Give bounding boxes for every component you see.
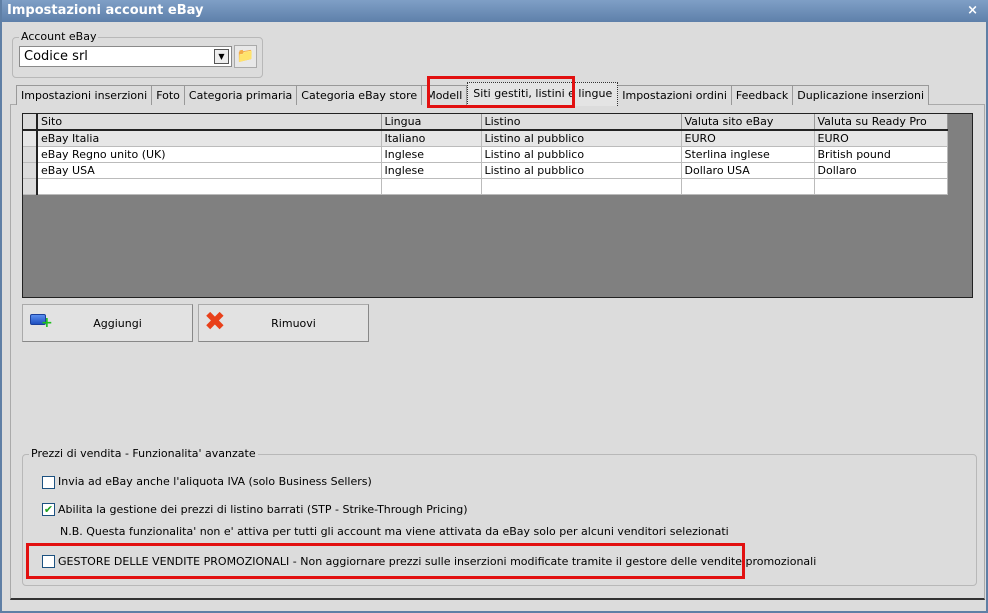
cell-sito[interactable]: eBay USA (37, 162, 382, 179)
row-indicator (23, 162, 38, 179)
cell-valuta-ebay[interactable]: Sterlina inglese (681, 146, 815, 163)
chevron-down-icon[interactable]: ▼ (214, 49, 229, 64)
sites-grid[interactable]: Sito Lingua Listino Valuta sito eBay Val… (22, 113, 973, 298)
cell-valuta-readypro[interactable]: EURO (814, 130, 948, 147)
cell-valuta-ebay[interactable]: Dollaro USA (681, 162, 815, 179)
column-listino[interactable]: Listino (481, 114, 682, 131)
remove-button[interactable]: ✖ Rimuovi (198, 304, 369, 342)
tab-foto[interactable]: Foto (152, 85, 185, 105)
check-icon: ✔ (43, 503, 54, 516)
remove-button-label: Rimuovi (271, 317, 316, 330)
tab-feedback[interactable]: Feedback (731, 85, 794, 105)
vat-checkbox[interactable] (42, 476, 55, 489)
account-select[interactable]: Codice srl ▼ (19, 46, 232, 67)
folder-icon: 📁 (236, 48, 255, 64)
column-lingua[interactable]: Lingua (381, 114, 482, 131)
cell-listino[interactable]: Listino al pubblico (481, 146, 682, 163)
tab-categoria-ebay-store[interactable]: Categoria eBay store (297, 85, 423, 105)
column-valuta-ebay[interactable]: Valuta sito eBay (681, 114, 815, 131)
row-indicator (23, 114, 38, 131)
cell-lingua[interactable]: Inglese (381, 146, 482, 163)
window-title: Impostazioni account eBay (7, 3, 204, 18)
stp-note: N.B. Questa funzionalita' non e' attiva … (60, 525, 729, 538)
prices-group-label: Prezzi di vendita - Funzionalita' avanza… (29, 447, 258, 460)
grid-header: Sito Lingua Listino Valuta sito eBay Val… (23, 114, 948, 131)
account-group-label: Account eBay (19, 30, 99, 43)
new-row[interactable] (23, 178, 948, 195)
stp-checkbox[interactable]: ✔ (42, 503, 55, 516)
cell-listino[interactable]: Listino al pubblico (481, 162, 682, 179)
cell-empty[interactable] (381, 178, 482, 195)
tab-highlight (427, 76, 575, 108)
cell-valuta-ebay[interactable]: EURO (681, 130, 815, 147)
cell-valuta-readypro[interactable]: Dollaro (814, 162, 948, 179)
column-sito[interactable]: Sito (37, 114, 382, 131)
tab-impostazioni-inserzioni[interactable]: Impostazioni inserzioni (16, 85, 153, 105)
table-row[interactable]: eBay Regno unito (UK) Inglese Listino al… (23, 146, 948, 163)
vat-label[interactable]: Invia ad eBay anche l'aliquota IVA (solo… (58, 475, 372, 488)
row-indicator (23, 130, 38, 147)
cell-empty[interactable] (481, 178, 682, 195)
cell-sito[interactable]: eBay Italia (37, 130, 382, 147)
add-button[interactable]: + Aggiungi (22, 304, 193, 342)
close-icon[interactable]: × (967, 3, 978, 18)
cell-empty[interactable] (814, 178, 948, 195)
cell-listino[interactable]: Listino al pubblico (481, 130, 682, 147)
tab-impostazioni-ordini[interactable]: Impostazioni ordini (618, 85, 732, 105)
row-indicator (23, 146, 38, 163)
cell-lingua[interactable]: Inglese (381, 162, 482, 179)
table-row[interactable]: eBay USA Inglese Listino al pubblico Dol… (23, 162, 948, 179)
cell-empty[interactable] (37, 178, 382, 195)
cell-empty[interactable] (681, 178, 815, 195)
cell-sito[interactable]: eBay Regno unito (UK) (37, 146, 382, 163)
tab-duplicazione-inserzioni[interactable]: Duplicazione inserzioni (793, 85, 930, 105)
promo-highlight (26, 543, 745, 579)
title-bar: Impostazioni account eBay (2, 0, 988, 22)
folder-button[interactable]: 📁 (234, 45, 257, 68)
cell-valuta-readypro[interactable]: British pound (814, 146, 948, 163)
tab-categoria-primaria[interactable]: Categoria primaria (184, 85, 298, 105)
column-valuta-readypro[interactable]: Valuta su Ready Pro (814, 114, 948, 131)
cell-lingua[interactable]: Italiano (381, 130, 482, 147)
account-select-value: Codice srl (24, 49, 88, 64)
stp-label[interactable]: Abilita la gestione dei prezzi di listin… (58, 503, 468, 516)
table-row[interactable]: eBay Italia Italiano Listino al pubblico… (23, 130, 948, 147)
row-indicator (23, 178, 38, 195)
settings-window: Impostazioni account eBay × Account eBay… (0, 0, 988, 613)
add-button-label: Aggiungi (93, 317, 142, 330)
